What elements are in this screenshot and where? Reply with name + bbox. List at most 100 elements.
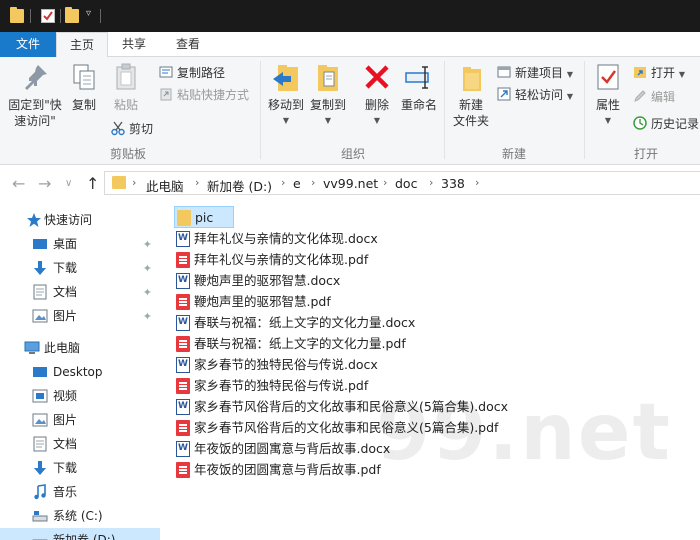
folder-icon <box>177 210 191 226</box>
nav-item-downloads[interactable]: 下载 ✦ <box>0 256 160 280</box>
open-group-label: 打开 <box>634 147 659 161</box>
copy-icon <box>68 61 100 93</box>
cut-button[interactable]: 剪切 <box>110 119 153 139</box>
open-button[interactable]: 打开 ▼ <box>632 63 685 83</box>
nav-item-downloads-pc[interactable]: 下载 <box>0 456 160 480</box>
delete-button[interactable]: 删除 ▼ <box>360 61 394 129</box>
recent-locations-chevron-icon[interactable]: ∨ <box>65 178 72 189</box>
nav-item-music[interactable]: 音乐 <box>0 480 160 504</box>
document-icon <box>32 284 48 300</box>
breadcrumb-338[interactable]: 338 <box>441 176 465 191</box>
easy-access-dropdown-icon: ▼ <box>566 92 573 101</box>
chevron-right-icon: › <box>429 176 434 189</box>
chevron-right-icon: › <box>132 176 137 189</box>
nav-item-desktop[interactable]: 桌面 ✦ <box>0 232 160 256</box>
breadcrumb-this-pc[interactable]: 此电脑 <box>146 176 184 195</box>
move-to-button[interactable]: 移动到 ▼ <box>264 61 308 129</box>
copy-path-icon <box>158 64 174 80</box>
nav-item-desktop-pc[interactable]: Desktop <box>0 360 160 384</box>
pin-icon[interactable]: ✦ <box>143 233 152 257</box>
nav-item-system-c[interactable]: 系统 (C:) <box>0 504 160 528</box>
pdf-icon <box>176 462 190 478</box>
nav-quick-access-label: 快速访问 <box>44 213 93 227</box>
tab-file[interactable]: 文件 <box>0 32 56 57</box>
nav-item-documents[interactable]: 文档 ✦ <box>0 280 160 304</box>
paste-shortcut-icon <box>158 86 174 102</box>
paste-label: 粘贴 <box>113 98 138 112</box>
new-folder-icon[interactable] <box>65 7 79 23</box>
nav-this-pc-label: 此电脑 <box>44 341 81 355</box>
ribbon: 固定到"快 速访问" 复制 粘贴 复制路径 粘贴快捷方式 剪切 剪贴板 移动到 ▼… <box>0 57 700 165</box>
nav-this-pc[interactable]: 此电脑 <box>0 336 160 360</box>
file-name: 春联与祝福：纸上文字的文化力量.docx <box>194 315 416 330</box>
new-item-button[interactable]: 新建项目 ▼ <box>496 63 573 83</box>
tab-home[interactable]: 主页 <box>56 32 108 58</box>
copy-to-button[interactable]: 复制到 ▼ <box>306 61 350 129</box>
ribbon-divider <box>444 61 445 159</box>
breadcrumb-e[interactable]: e <box>293 176 301 191</box>
forward-arrow-icon[interactable]: → <box>38 174 51 193</box>
copy-button[interactable]: 复制 <box>66 61 102 113</box>
rename-label: 重命名 <box>400 98 437 112</box>
customize-dropdown-icon[interactable]: ▿ <box>86 8 91 19</box>
nav-quick-access[interactable]: 快速访问 <box>0 208 160 232</box>
history-button[interactable]: 历史记录 <box>632 114 699 134</box>
paste-shortcut-label: 粘贴快捷方式 <box>177 88 250 102</box>
new-folder-button[interactable]: 新建 文件夹 <box>448 61 494 129</box>
history-icon <box>632 115 648 131</box>
chevron-right-icon: › <box>311 176 316 189</box>
nav-item-label: Desktop <box>53 365 103 379</box>
picture-icon <box>32 308 48 324</box>
properties-button[interactable]: 属性 ▼ <box>588 61 628 129</box>
breadcrumb-doc[interactable]: doc <box>395 176 417 191</box>
file-name: 春联与祝福：纸上文字的文化力量.pdf <box>194 336 406 351</box>
back-arrow-icon[interactable]: ← <box>12 174 25 193</box>
nav-item-label: 下载 <box>53 261 78 275</box>
history-label: 历史记录 <box>651 117 700 131</box>
nav-item-pictures-pc[interactable]: 图片 <box>0 408 160 432</box>
nav-item-label: 图片 <box>53 309 78 323</box>
paste-button[interactable]: 粘贴 <box>106 61 146 113</box>
edit-button[interactable]: 编辑 <box>632 87 675 107</box>
pin-quick-access-button[interactable]: 固定到"快 速访问" <box>4 61 66 129</box>
properties-check-icon <box>592 61 624 93</box>
pdf-icon <box>176 294 190 310</box>
nav-item-pictures[interactable]: 图片 ✦ <box>0 304 160 328</box>
up-arrow-icon[interactable]: ↑ <box>86 174 99 193</box>
nav-item-drive-d[interactable]: 新加卷 (D:) <box>0 528 160 540</box>
pin-icon[interactable]: ✦ <box>143 281 152 305</box>
tab-share[interactable]: 共享 <box>108 32 160 57</box>
toolbar-divider <box>60 9 61 23</box>
tab-view[interactable]: 查看 <box>160 32 216 57</box>
chevron-right-icon: › <box>383 176 388 189</box>
breadcrumb-drive-d[interactable]: 新加卷 (D:) <box>207 176 272 195</box>
copy-path-label: 复制路径 <box>177 66 226 80</box>
drive-icon <box>32 532 48 540</box>
nav-item-videos[interactable]: 视频 <box>0 384 160 408</box>
pdf-icon <box>176 336 190 352</box>
file-name: 鞭炮声里的驱邪智慧.pdf <box>194 294 331 309</box>
rename-icon <box>403 61 435 93</box>
rename-button[interactable]: 重命名 <box>398 61 440 113</box>
new-item-dropdown-icon: ▼ <box>566 70 573 79</box>
file-name: 鞭炮声里的驱邪智慧.docx <box>194 273 341 288</box>
new-folder-icon <box>455 61 487 93</box>
nav-item-documents-pc[interactable]: 文档 <box>0 432 160 456</box>
copy-path-button[interactable]: 复制路径 <box>158 63 225 83</box>
word-document-icon <box>176 315 190 331</box>
file-row-folder-pic[interactable]: pic <box>174 206 234 228</box>
properties-check-icon[interactable] <box>41 9 55 23</box>
pin-icon[interactable]: ✦ <box>143 257 152 281</box>
address-bar[interactable]: › 此电脑 › 新加卷 (D:) › e › vv99.net › doc › … <box>104 171 700 195</box>
computer-icon <box>24 340 40 356</box>
navigation-pane: 快速访问 桌面 ✦ 下载 ✦ 文档 ✦ 图片 ✦ 此电脑 Desktop 视频 … <box>0 200 160 540</box>
paste-shortcut-button[interactable]: 粘贴快捷方式 <box>158 85 249 105</box>
edit-label: 编辑 <box>651 90 676 104</box>
easy-access-button[interactable]: 轻松访问 ▼ <box>496 85 573 105</box>
word-document-icon <box>176 441 190 457</box>
breadcrumb-vv99[interactable]: vv99.net <box>323 176 378 191</box>
pdf-icon <box>176 420 190 436</box>
pin-icon[interactable]: ✦ <box>143 305 152 329</box>
move-to-icon <box>270 61 302 93</box>
nav-item-label: 文档 <box>53 285 78 299</box>
